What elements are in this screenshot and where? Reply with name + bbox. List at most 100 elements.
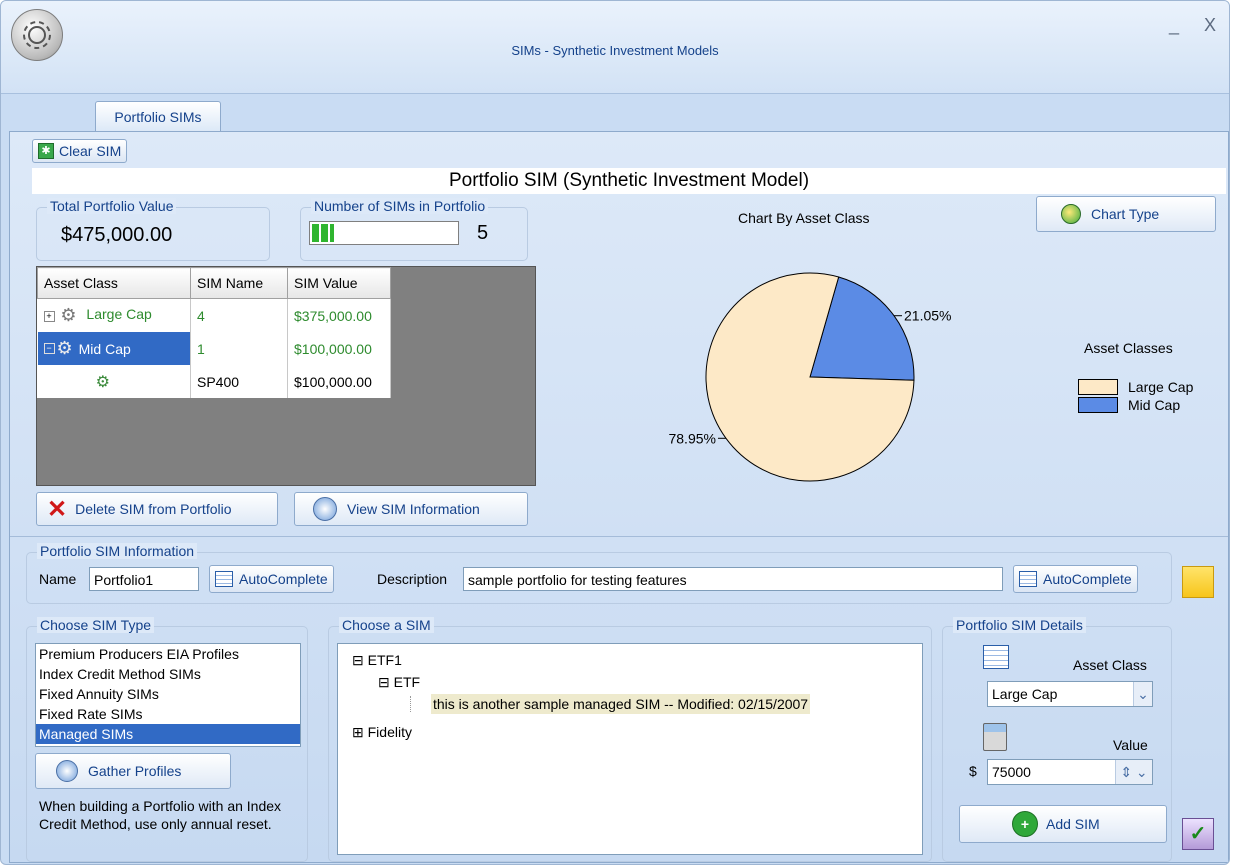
total-value: $475,000.00 <box>61 224 173 246</box>
collapse-icon[interactable]: ⊟ <box>378 674 390 690</box>
close-button[interactable]: X <box>1204 15 1216 36</box>
sim-type-group: Choose SIM Type Premium Producers EIA Pr… <box>26 617 308 862</box>
section-divider <box>10 536 1228 537</box>
description-label: Description <box>377 571 448 587</box>
sim-info-label: Portfolio SIM Information <box>37 543 198 559</box>
name-field[interactable]: Portfolio1 <box>89 567 199 591</box>
pie-chart: 21.05% 78.95% <box>668 272 952 482</box>
chart-legend: Large Cap Mid Cap <box>1078 378 1193 414</box>
sim-name-cell: SP400 <box>190 365 288 398</box>
delete-sim-button[interactable]: ✕ Delete SIM from Portfolio <box>36 492 278 526</box>
legend-title: Asset Classes <box>1084 340 1173 356</box>
gather-profiles-label: Gather Profiles <box>88 763 182 779</box>
legend-item-mid-cap: Mid Cap <box>1078 396 1193 414</box>
sim-grid: Asset Class SIM Name SIM Value + ⚙ Large… <box>36 266 536 486</box>
collapse-icon[interactable]: − <box>43 343 55 354</box>
expand-icon[interactable]: ⊞ <box>352 724 364 740</box>
table-cell: + ⚙ Large Cap <box>37 298 191 332</box>
asset-class-cell: Mid Cap <box>78 340 131 357</box>
tab-content: ✱ Clear SIM Portfolio SIM (Synthetic Inv… <box>9 131 1229 863</box>
sim-type-note: When building a Portfolio with an Index … <box>39 798 282 832</box>
description-field[interactable]: sample portfolio for testing features <box>463 567 1003 591</box>
sim-count-progress <box>309 221 459 245</box>
legend-swatch <box>1078 397 1118 413</box>
pie-data-label: 21.05% <box>904 308 951 324</box>
table-row[interactable]: + ⚙ Large Cap 4 $375,000.00 <box>37 298 391 332</box>
value-label: Value <box>1113 737 1148 753</box>
sim-type-label: Choose SIM Type <box>37 617 155 633</box>
app-window: SIMs - Synthetic Investment Models _ X P… <box>0 0 1230 865</box>
table-row[interactable]: ⚙ SP400 $100,000.00 <box>37 365 391 398</box>
view-sim-label: View SIM Information <box>347 501 480 517</box>
chevron-down-icon[interactable]: ⌄ <box>1133 682 1152 706</box>
spin-icon[interactable]: ⇕ ⌄ <box>1115 760 1152 784</box>
list-item[interactable]: Fixed Rate SIMs <box>36 704 300 724</box>
pie-data-label: 78.95% <box>668 430 715 446</box>
asset-class-label: Asset Class <box>1073 657 1147 673</box>
expand-icon[interactable]: + <box>43 311 55 323</box>
list-item[interactable]: Fixed Annuity SIMs <box>36 684 300 704</box>
collapse-icon[interactable]: ⊟ <box>352 652 364 668</box>
sim-type-list[interactable]: Premium Producers EIA Profiles Index Cre… <box>35 643 301 747</box>
total-value-group: Total Portfolio Value $475,000.00 <box>36 198 270 261</box>
sim-count-progress-fill <box>312 224 334 242</box>
value-stepper[interactable]: 75000 ⇕ ⌄ <box>987 759 1153 785</box>
col-sim-value[interactable]: SIM Value <box>287 267 391 299</box>
add-sim-button[interactable]: + Add SIM <box>959 805 1167 843</box>
col-sim-name[interactable]: SIM Name <box>190 267 288 299</box>
sim-name-cell: 4 <box>190 298 288 332</box>
gear-icon: ⚙ <box>56 338 73 358</box>
add-sim-label: Add SIM <box>1046 816 1100 832</box>
choose-sim-label: Choose a SIM <box>339 617 434 633</box>
value-input: 75000 <box>992 764 1031 780</box>
magnifier-icon <box>313 497 337 521</box>
tree-node-leaf[interactable]: this is another sample managed SIM -- Mo… <box>410 694 811 714</box>
sim-info-group: Portfolio SIM Information Name Portfolio… <box>26 543 1172 604</box>
tree-node-etf[interactable]: ⊟ ETF <box>378 674 420 691</box>
description-autocomplete-button[interactable]: AutoComplete <box>1013 565 1138 593</box>
sim-table: Asset Class SIM Name SIM Value + ⚙ Large… <box>37 267 391 398</box>
list-item[interactable]: Managed SIMs <box>36 724 300 744</box>
tree-node-fidelity[interactable]: ⊞ Fidelity <box>352 724 412 741</box>
currency-label: $ <box>969 763 977 779</box>
autocomplete-label: AutoComplete <box>239 571 328 587</box>
view-sim-button[interactable]: View SIM Information <box>294 492 528 526</box>
banner-title: Portfolio SIM (Synthetic Investment Mode… <box>32 168 1226 194</box>
clear-icon: ✱ <box>38 143 54 159</box>
note-icon[interactable] <box>1182 566 1214 598</box>
chart-type-button[interactable]: Chart Type <box>1036 196 1216 232</box>
delete-icon: ✕ <box>47 495 68 523</box>
list-item[interactable]: Index Credit Method SIMs <box>36 664 300 684</box>
sim-count-group: Number of SIMs in Portfolio 5 <box>300 198 528 261</box>
asset-class-value: Large Cap <box>992 686 1058 702</box>
total-value-label: Total Portfolio Value <box>47 198 177 214</box>
plus-icon: + <box>1012 811 1038 837</box>
tree-node-label: ETF <box>393 674 421 690</box>
name-label: Name <box>39 571 77 587</box>
gather-profiles-button[interactable]: Gather Profiles <box>35 753 231 789</box>
calculator-icon <box>983 723 1007 751</box>
magnifier-icon <box>56 760 78 782</box>
tree-node-label: ETF1 <box>367 652 402 668</box>
title-bar: SIMs - Synthetic Investment Models _ X <box>1 1 1229 94</box>
asset-class-select[interactable]: Large Cap ⌄ <box>987 681 1153 707</box>
clear-sim-button[interactable]: ✱ Clear SIM <box>32 139 128 163</box>
tree-node-label: Fidelity <box>367 724 412 740</box>
tree-node-etf1[interactable]: ⊟ ETF1 <box>352 652 402 669</box>
table-edit-icon <box>1019 571 1037 587</box>
table-cell: ⚙ <box>37 365 191 398</box>
checklist-icon[interactable]: ✓ <box>1182 818 1214 850</box>
minimize-button[interactable]: _ <box>1169 15 1179 36</box>
list-item[interactable]: Premium Producers EIA Profiles <box>36 644 300 664</box>
table-row[interactable]: − ⚙ Mid Cap 1 $100,000.00 <box>37 332 391 365</box>
clear-sim-label: Clear SIM <box>59 143 122 159</box>
name-autocomplete-button[interactable]: AutoComplete <box>209 565 334 593</box>
delete-sim-label: Delete SIM from Portfolio <box>75 501 232 517</box>
col-asset-class[interactable]: Asset Class <box>37 267 191 299</box>
tab-portfolio-sims[interactable]: Portfolio SIMs <box>95 101 221 132</box>
legend-label: Mid Cap <box>1128 397 1181 413</box>
chart-type-label: Chart Type <box>1091 206 1160 222</box>
sim-details-label: Portfolio SIM Details <box>953 617 1086 633</box>
sim-details-group: Portfolio SIM Details Asset Class Large … <box>942 617 1172 862</box>
gear-icon: ⚙ <box>60 305 77 325</box>
